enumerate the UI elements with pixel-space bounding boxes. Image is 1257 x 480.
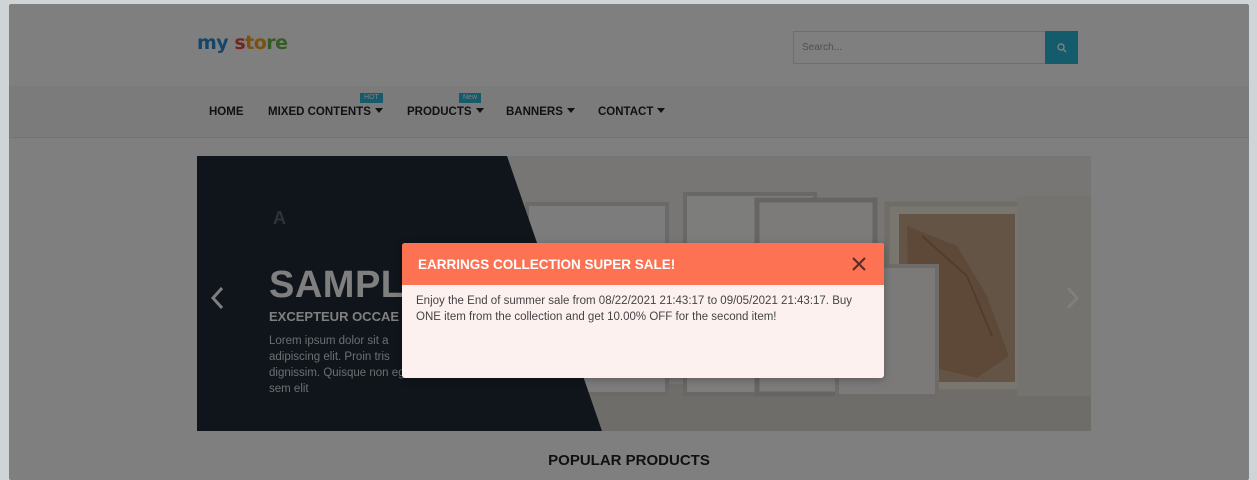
- modal-backdrop[interactable]: [9, 4, 1249, 480]
- page: my store HOME HOT MIXED CONTENTS New PRO…: [9, 4, 1249, 480]
- sale-popup: EARRINGS COLLECTION SUPER SALE! Enjoy th…: [402, 243, 884, 378]
- popup-title: EARRINGS COLLECTION SUPER SALE!: [418, 257, 676, 272]
- popup-message: Enjoy the End of summer sale from 08/22/…: [416, 295, 853, 323]
- popup-header: EARRINGS COLLECTION SUPER SALE!: [402, 243, 884, 285]
- close-icon[interactable]: [850, 255, 868, 273]
